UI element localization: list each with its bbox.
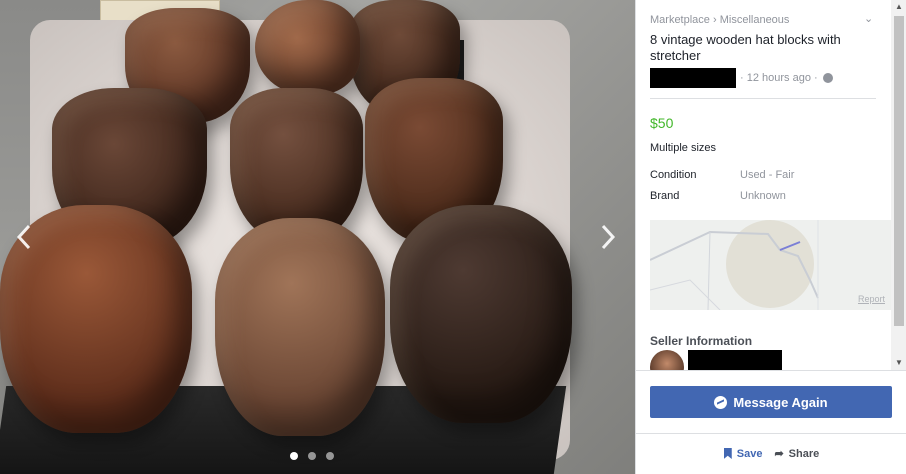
- save-button[interactable]: Save: [723, 447, 763, 460]
- scrollbar[interactable]: ▲ ▼: [891, 0, 906, 370]
- divider: [650, 98, 876, 99]
- photo-dot[interactable]: [326, 452, 334, 460]
- listing-photo: [0, 0, 635, 474]
- detail-row-condition: Condition Used - Fair: [650, 169, 891, 181]
- scroll-down-icon[interactable]: ▼: [891, 356, 906, 370]
- globe-icon: [822, 73, 833, 83]
- hat-block: [390, 205, 572, 423]
- listing-description: Multiple sizes: [650, 142, 717, 154]
- bookmark-icon: [723, 448, 732, 459]
- chevron-left-icon: [16, 224, 31, 250]
- listing-details-panel: Marketplace › Miscellaneous ⌄ 8 vintage …: [635, 0, 906, 474]
- share-label: Share: [788, 447, 820, 460]
- share-icon: ➦: [774, 448, 784, 460]
- listing-price: $50: [650, 115, 674, 131]
- divider: [636, 433, 906, 434]
- posted-time: · 12 hours ago ·: [740, 72, 818, 84]
- hat-stretcher: [255, 0, 360, 95]
- details-scroll-area[interactable]: Marketplace › Miscellaneous ⌄ 8 vintage …: [636, 0, 891, 370]
- seller-heading: Seller Information: [650, 334, 753, 348]
- chevron-right-icon: [601, 224, 616, 250]
- scrollbar-thumb[interactable]: [894, 16, 904, 326]
- breadcrumb-category[interactable]: Miscellaneous: [720, 14, 790, 26]
- breadcrumb-separator: ›: [712, 14, 717, 26]
- detail-row-brand: Brand Unknown: [650, 190, 891, 202]
- listing-title: 8 vintage wooden hat blocks with stretch…: [650, 32, 841, 63]
- breadcrumb-marketplace[interactable]: Marketplace: [650, 14, 710, 26]
- next-photo-button[interactable]: [596, 222, 620, 252]
- location-map[interactable]: Report: [650, 220, 891, 310]
- seller-row: [650, 350, 891, 370]
- detail-value: Unknown: [740, 190, 786, 202]
- previous-photo-button[interactable]: [12, 222, 36, 252]
- listing-meta: · 12 hours ago ·: [650, 68, 891, 88]
- map-report-link[interactable]: Report: [858, 294, 885, 304]
- chevron-down-icon[interactable]: ⌄: [864, 12, 873, 25]
- photo-dot[interactable]: [290, 452, 298, 460]
- photo-pagination: [290, 452, 334, 460]
- message-button-label: Message Again: [733, 394, 828, 410]
- scroll-up-icon[interactable]: ▲: [891, 0, 906, 14]
- detail-label: Condition: [650, 169, 697, 181]
- action-bar: Message Again Save ➦ Share: [636, 370, 906, 474]
- message-again-button[interactable]: Message Again: [650, 386, 892, 418]
- redacted-location: [650, 68, 736, 88]
- detail-label: Brand: [650, 190, 680, 202]
- save-label: Save: [736, 447, 763, 460]
- breadcrumb: Marketplace › Miscellaneous: [650, 12, 891, 28]
- redacted-seller-name: [688, 350, 782, 370]
- messenger-icon: [714, 395, 728, 409]
- avatar[interactable]: [650, 350, 684, 370]
- photo-dot[interactable]: [308, 452, 316, 460]
- share-button[interactable]: ➦ Share: [774, 447, 820, 461]
- detail-value: Used - Fair: [740, 169, 795, 181]
- hat-block: [215, 218, 385, 436]
- map-graphic: [650, 220, 891, 310]
- secondary-actions: Save ➦ Share: [636, 447, 906, 460]
